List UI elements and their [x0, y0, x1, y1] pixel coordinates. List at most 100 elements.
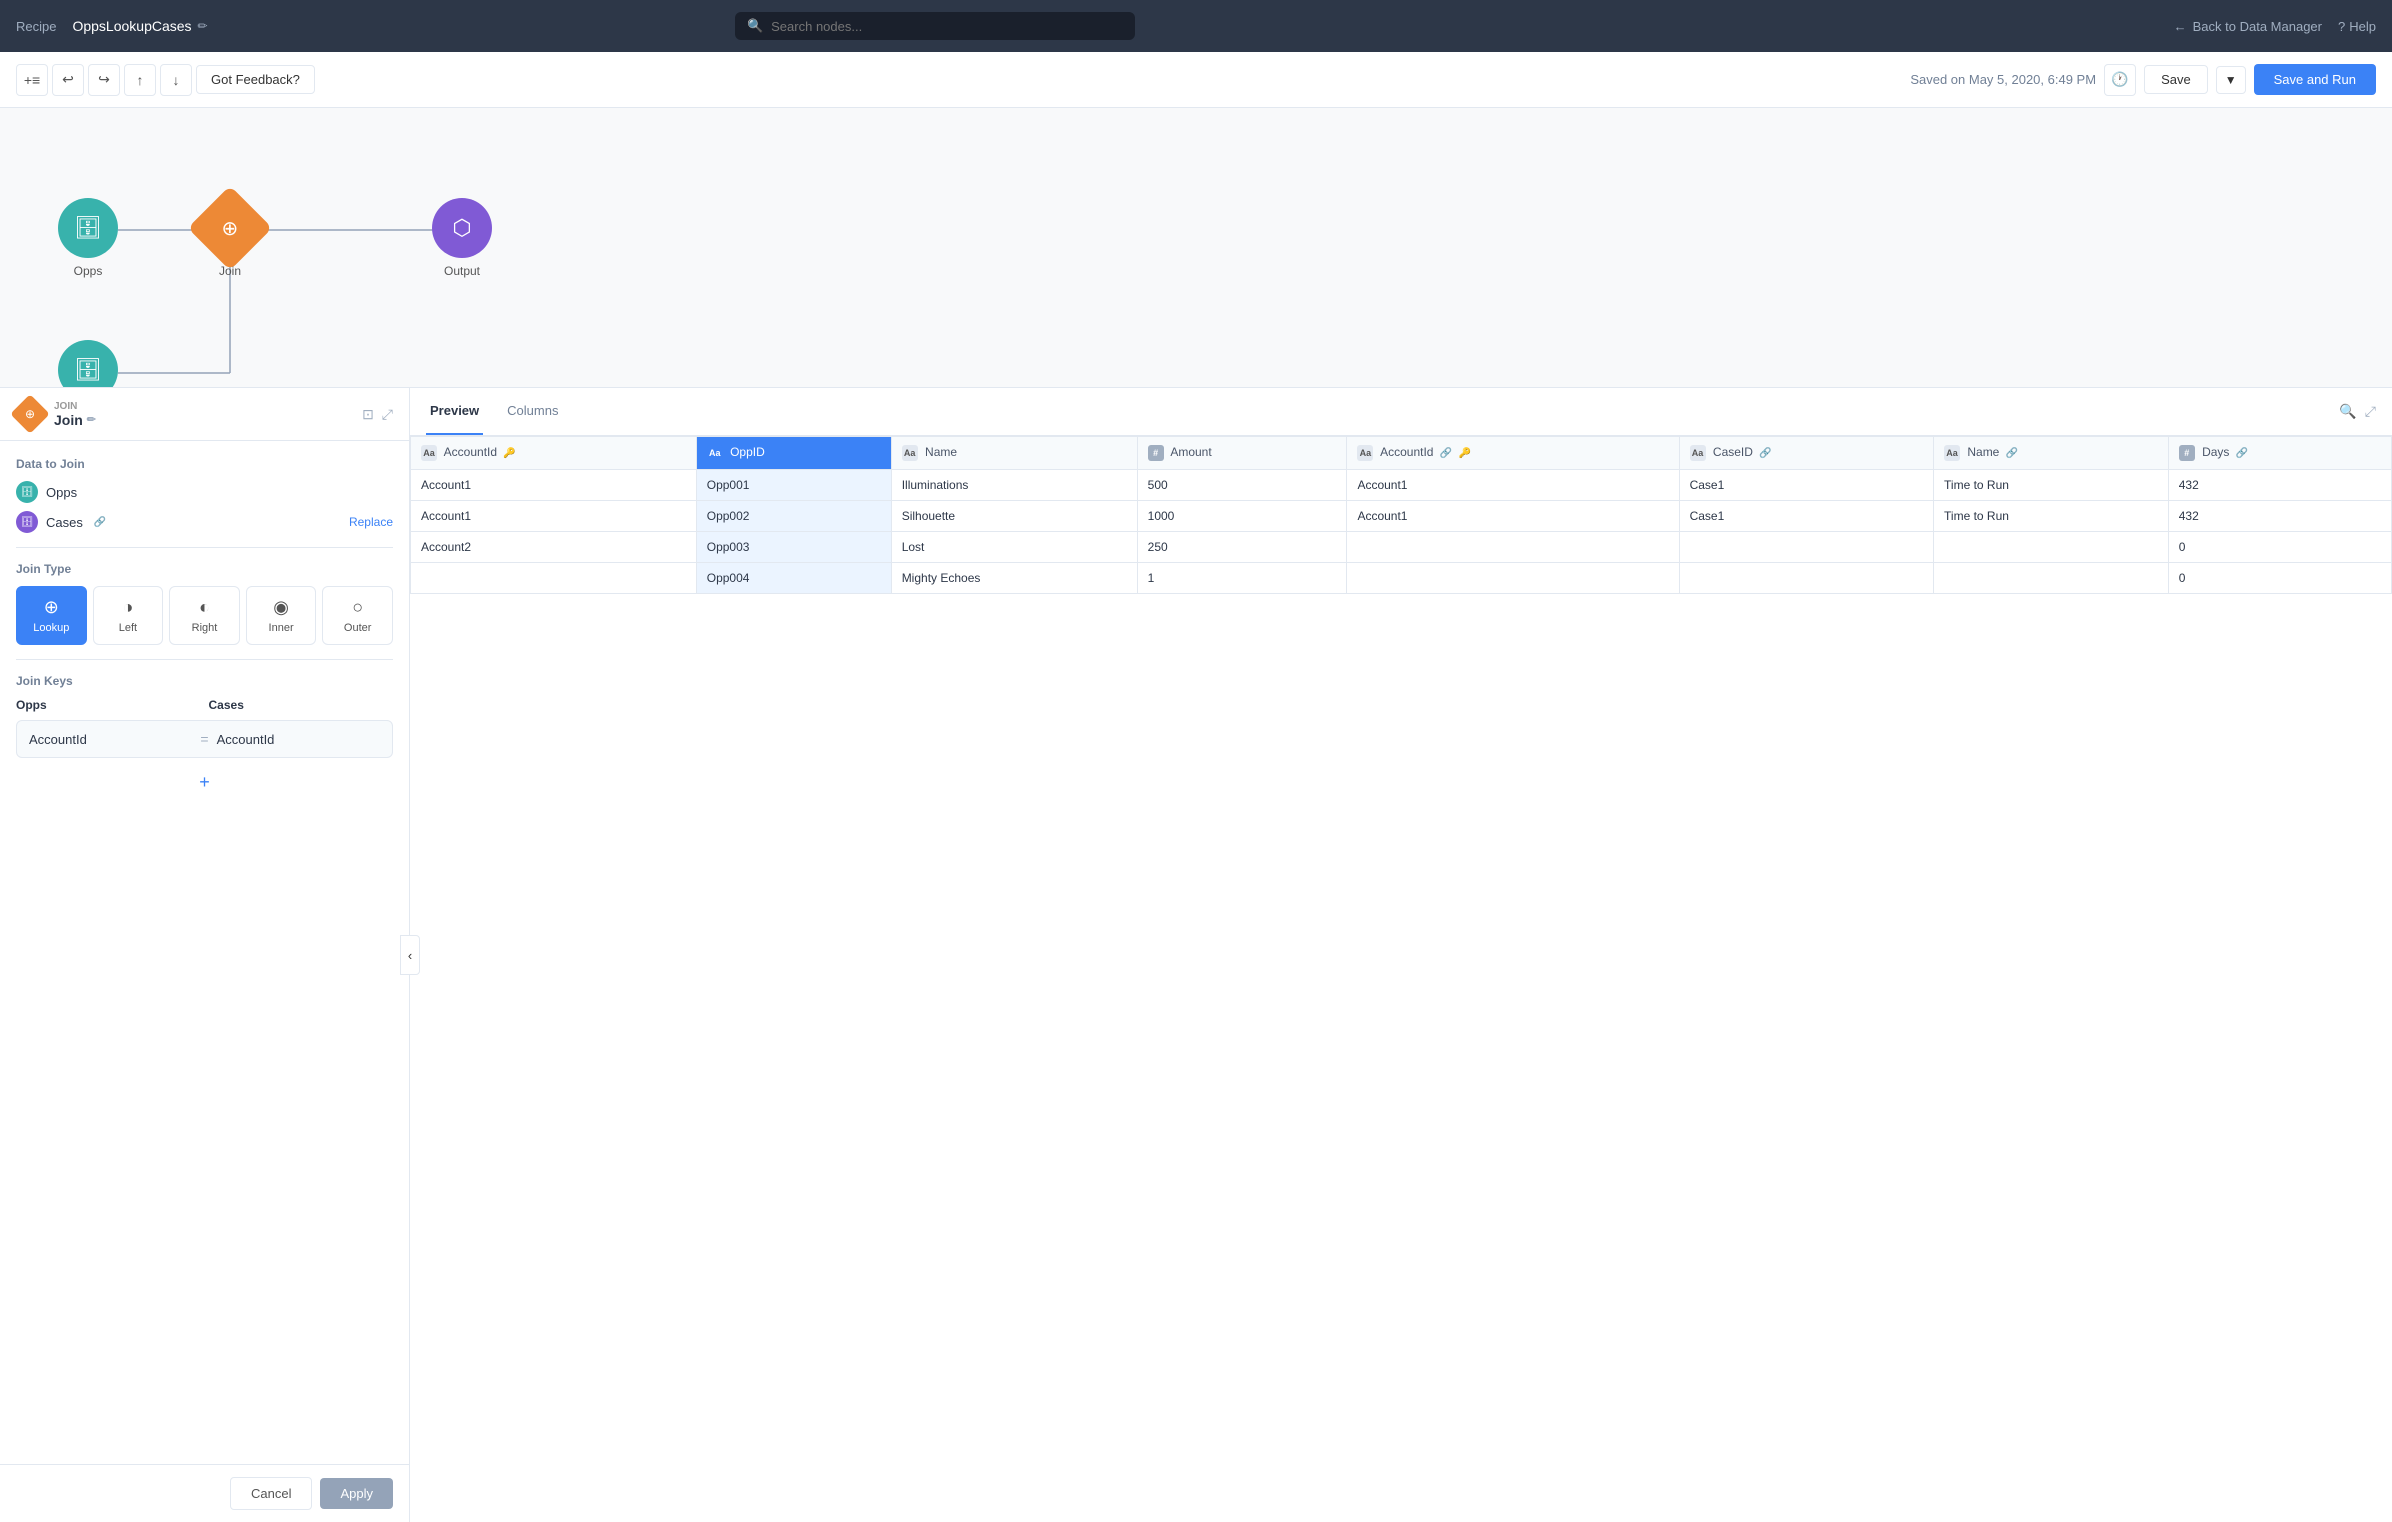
output-label: Output: [444, 264, 480, 278]
edit-title-icon[interactable]: ✏: [198, 19, 208, 33]
save-run-button[interactable]: Save and Run: [2254, 64, 2376, 95]
join-type-section: Join Type ⊕ Lookup ◑ Left ◐ Right: [16, 562, 393, 645]
apply-button[interactable]: Apply: [320, 1478, 393, 1509]
col-name-2: Aa Name 🔗: [1934, 437, 2169, 470]
left-panel-header: ⊕ JOIN Join ✏ ⊡ ⤢: [0, 388, 409, 441]
join-key-eq-0: =: [200, 731, 208, 747]
cell-3-7: 0: [2168, 563, 2391, 594]
history-button[interactable]: 🕐: [2104, 64, 2136, 96]
cell-1-6: Time to Run: [1934, 501, 2169, 532]
col-name-1: Aa Name: [891, 437, 1137, 470]
recipe-name: OppsLookupCases: [72, 18, 191, 34]
table-row: Account2Opp003Lost2500: [411, 532, 2392, 563]
right-icon: ◐: [199, 597, 210, 618]
lookup-icon: ⊕: [44, 597, 59, 618]
node-opps[interactable]: 🗄 Opps: [58, 198, 118, 278]
cell-3-6: [1934, 563, 2169, 594]
autofit-icon[interactable]: ⊡: [362, 406, 374, 423]
cell-2-2: Lost: [891, 532, 1137, 563]
link-icon-3: 🔗: [2006, 448, 2018, 459]
join-edit-icon[interactable]: ✏: [87, 413, 96, 426]
preview-table: Aa AccountId 🔑 Aa OppID Aa Name: [410, 436, 2392, 594]
help-button[interactable]: ? Help: [2338, 19, 2376, 34]
join-type-outer[interactable]: ○ Outer: [322, 586, 393, 645]
join-type-lookup[interactable]: ⊕ Lookup: [16, 586, 87, 645]
join-type-inner[interactable]: ◉ Inner: [246, 586, 317, 645]
save-button[interactable]: Save: [2144, 65, 2208, 94]
link-icon-1: 🔗: [1440, 448, 1452, 459]
tab-columns[interactable]: Columns: [503, 388, 562, 435]
output-icon: ⬡: [432, 198, 492, 258]
join-icon-inner: ⊕: [222, 215, 239, 240]
node-output[interactable]: ⬡ Output: [432, 198, 492, 278]
node-join[interactable]: ⊕ Join: [200, 198, 260, 278]
col-accountid-2: Aa AccountId 🔗 🔑: [1347, 437, 1679, 470]
outer-label: Outer: [344, 622, 372, 634]
cell-1-1: Opp002: [696, 501, 891, 532]
feedback-button[interactable]: Got Feedback?: [196, 65, 315, 94]
cases-source-icon: 🗄: [16, 511, 38, 533]
add-step-button[interactable]: +≡: [16, 64, 48, 96]
cases-link-icon: 🔗: [94, 517, 106, 528]
cell-0-3: 500: [1137, 470, 1347, 501]
expand-icon[interactable]: ⤢: [382, 406, 393, 423]
recipe-title: OppsLookupCases ✏: [72, 18, 207, 34]
table-header: Aa AccountId 🔑 Aa OppID Aa Name: [411, 437, 2392, 470]
opps-label: Opps: [74, 264, 103, 278]
upload-button[interactable]: ↑: [124, 64, 156, 96]
right-label: Right: [192, 622, 218, 634]
col-type-aa-5: Aa: [1690, 445, 1706, 461]
cell-0-5: Case1: [1679, 470, 1933, 501]
save-dropdown-button[interactable]: ▼: [2216, 66, 2246, 94]
cell-1-5: Case1: [1679, 501, 1933, 532]
col-type-aa-4: Aa: [1357, 445, 1373, 461]
cell-3-2: Mighty Echoes: [891, 563, 1137, 594]
cell-0-7: 432: [2168, 470, 2391, 501]
join-type-label: JOIN: [54, 401, 96, 412]
cell-3-0: [411, 563, 697, 594]
divider-2: [16, 659, 393, 660]
cell-2-4: [1347, 532, 1679, 563]
join-type-left[interactable]: ◑ Left: [93, 586, 164, 645]
top-nav: Recipe OppsLookupCases ✏ 🔍 ← Back to Dat…: [0, 0, 2392, 52]
back-button[interactable]: ← Back to Data Manager: [2174, 19, 2322, 34]
cell-2-6: [1934, 532, 2169, 563]
join-type-section-label: Join Type: [16, 562, 393, 576]
add-key-button[interactable]: +: [191, 768, 219, 796]
back-label: Back to Data Manager: [2193, 19, 2322, 34]
inner-label: Inner: [269, 622, 294, 634]
opps-source-name: Opps: [46, 485, 77, 500]
link-icon-2: 🔗: [1759, 448, 1771, 459]
help-icon: ?: [2338, 19, 2345, 34]
join-key-row-0: AccountId = AccountId: [16, 720, 393, 758]
col-oppid: Aa OppID: [696, 437, 891, 470]
join-diamond: ⊕: [200, 198, 260, 258]
redo-button[interactable]: ↪: [88, 64, 120, 96]
node-cases[interactable]: 🗄 Cases: [58, 340, 118, 388]
collapse-panel-button[interactable]: ‹: [400, 935, 420, 975]
zoom-fit-icon[interactable]: 🔍: [2339, 403, 2356, 420]
cancel-button[interactable]: Cancel: [230, 1477, 312, 1510]
cell-3-1: Opp004: [696, 563, 891, 594]
left-panel-body: Data to Join 🗄 Opps 🗄 Cases 🔗 Replace Jo…: [0, 441, 409, 1464]
fullscreen-icon[interactable]: ⤢: [2365, 403, 2376, 420]
join-title-wrap: JOIN Join ✏: [54, 401, 96, 428]
download-button[interactable]: ↓: [160, 64, 192, 96]
col-type-aa-3: Aa: [902, 445, 918, 461]
join-key-left-0: AccountId: [29, 732, 192, 747]
preview-table-wrap: Aa AccountId 🔑 Aa OppID Aa Name: [410, 436, 2392, 1522]
lookup-label: Lookup: [33, 622, 69, 634]
replace-link[interactable]: Replace: [349, 515, 393, 529]
opps-source-icon: 🗄: [16, 481, 38, 503]
help-label: Help: [2349, 19, 2376, 34]
col-type-aa-6: Aa: [1944, 445, 1960, 461]
divider-1: [16, 547, 393, 548]
undo-button[interactable]: ↩: [52, 64, 84, 96]
table-row: Account1Opp002Silhouette1000Account1Case…: [411, 501, 2392, 532]
cell-3-3: 1: [1137, 563, 1347, 594]
search-input[interactable]: [771, 19, 1123, 34]
search-icon: 🔍: [747, 18, 763, 34]
search-bar[interactable]: 🔍: [735, 12, 1135, 40]
join-type-right[interactable]: ◐ Right: [169, 586, 240, 645]
tab-preview[interactable]: Preview: [426, 388, 483, 435]
